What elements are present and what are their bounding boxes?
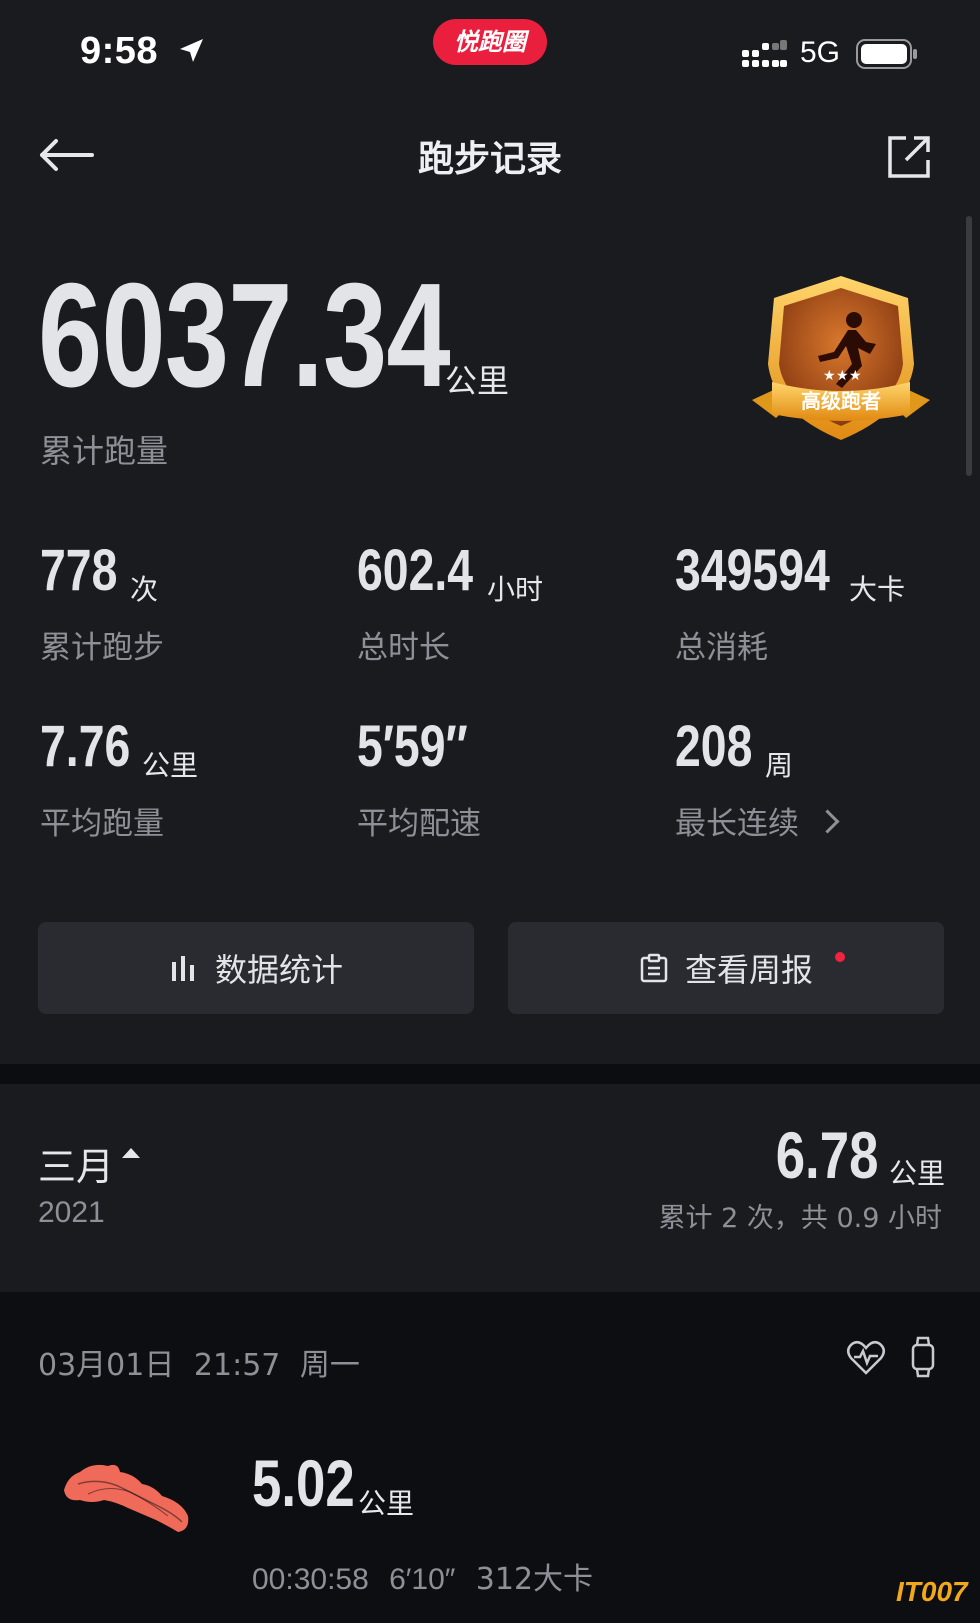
weekly-report-label: 查看周报 — [684, 951, 813, 989]
clipboard-icon — [640, 953, 668, 983]
run-distance: 5.02 — [252, 1446, 355, 1520]
run-distance-unit: 公里 — [358, 1487, 415, 1520]
total-distance-label: 累计跑量 — [40, 432, 169, 470]
run-weekday: 周一 — [299, 1348, 360, 1383]
page-title: 跑步记录 — [417, 139, 562, 180]
svg-text:★: ★ — [849, 368, 862, 384]
month-year: 2021 — [38, 1196, 105, 1229]
stat-label: 最长连续 — [675, 798, 840, 843]
stat-unit: 小时 — [487, 573, 544, 606]
stat-label: 总时长 — [357, 630, 450, 666]
stat-unit: 大卡 — [849, 573, 906, 606]
stat-unit: 周 — [765, 749, 794, 782]
svg-text:★: ★ — [836, 368, 849, 384]
notification-dot — [835, 952, 845, 962]
location-arrow-icon — [180, 39, 203, 62]
senior-runner-badge[interactable]: ★ ★ ★ 高级跑者 — [748, 272, 934, 452]
stat-value: 7.76 — [40, 714, 131, 779]
badge-label: 高级跑者 — [801, 389, 881, 413]
data-statistics-button[interactable]: 数据统计 — [38, 922, 474, 1014]
run-date: 03月01日 — [38, 1348, 175, 1383]
signal-icon — [742, 40, 787, 67]
heart-rate-icon — [847, 1340, 885, 1375]
stat-label: 总消耗 — [675, 630, 768, 666]
share-icon[interactable] — [884, 132, 934, 182]
streak-label: 最长连续 — [675, 806, 799, 842]
run-details: 00:30:58 6′10″ 312大卡 — [252, 1554, 593, 1598]
data-statistics-label: 数据统计 — [214, 951, 343, 989]
stat-value: 778 — [40, 538, 118, 603]
svg-text:★: ★ — [823, 368, 836, 384]
month-distance: 6.78 — [775, 1118, 878, 1192]
total-distance-value: 6037.34 — [38, 253, 451, 418]
run-duration: 00:30:58 — [252, 1563, 369, 1596]
bar-chart-icon — [171, 956, 194, 981]
stat-value: 602.4 — [357, 538, 474, 603]
running-records-screen: 9:58 悦跑圈 5G 跑步记录 6037.34 公里 累计跑量 ★ ★ ★ 高… — [0, 0, 980, 1623]
caret-up-icon — [122, 1148, 140, 1158]
watch-icon — [911, 1336, 935, 1378]
stat-value: 5′59″ — [357, 714, 468, 779]
run-calories: 312大卡 — [475, 1562, 594, 1597]
run-pace: 6′10″ — [389, 1563, 456, 1596]
run-list: 03月01日 21:57 周一 5.02 公里 00:30:58 6′10″ 3… — [0, 1292, 980, 1623]
stat-label: 平均配速 — [357, 806, 481, 842]
total-distance-unit: 公里 — [445, 362, 510, 400]
month-name: 三月 — [38, 1145, 115, 1189]
stat-label: 累计跑步 — [40, 630, 164, 666]
nav-bar: 跑步记录 — [0, 110, 980, 200]
weekly-report-button[interactable]: 查看周报 — [508, 922, 944, 1014]
month-summary: 累计 2 次，共 0.9 小时 — [658, 1203, 942, 1234]
scroll-indicator — [966, 216, 972, 476]
network-label: 5G — [800, 36, 841, 69]
status-bar: 9:58 悦跑圈 5G — [0, 0, 980, 100]
month-distance-unit: 公里 — [889, 1157, 946, 1190]
battery-icon — [856, 39, 917, 69]
run-date-line: 03月01日 21:57 周一 — [38, 1340, 360, 1384]
section-divider — [0, 1064, 980, 1084]
stat-unit: 公里 — [142, 749, 199, 782]
app-name-pill[interactable]: 悦跑圈 — [433, 19, 547, 65]
stat-value: 349594 — [675, 538, 830, 603]
watermark-logo: IT007 — [896, 1576, 968, 1607]
status-time: 9:58 — [80, 30, 159, 72]
route-map-thumbnail — [64, 1464, 189, 1532]
chevron-right-icon — [815, 809, 840, 834]
stat-unit: 次 — [130, 573, 159, 606]
stat-label: 平均跑量 — [40, 806, 164, 842]
run-time: 21:57 — [193, 1348, 281, 1383]
stat-value: 208 — [675, 714, 753, 779]
